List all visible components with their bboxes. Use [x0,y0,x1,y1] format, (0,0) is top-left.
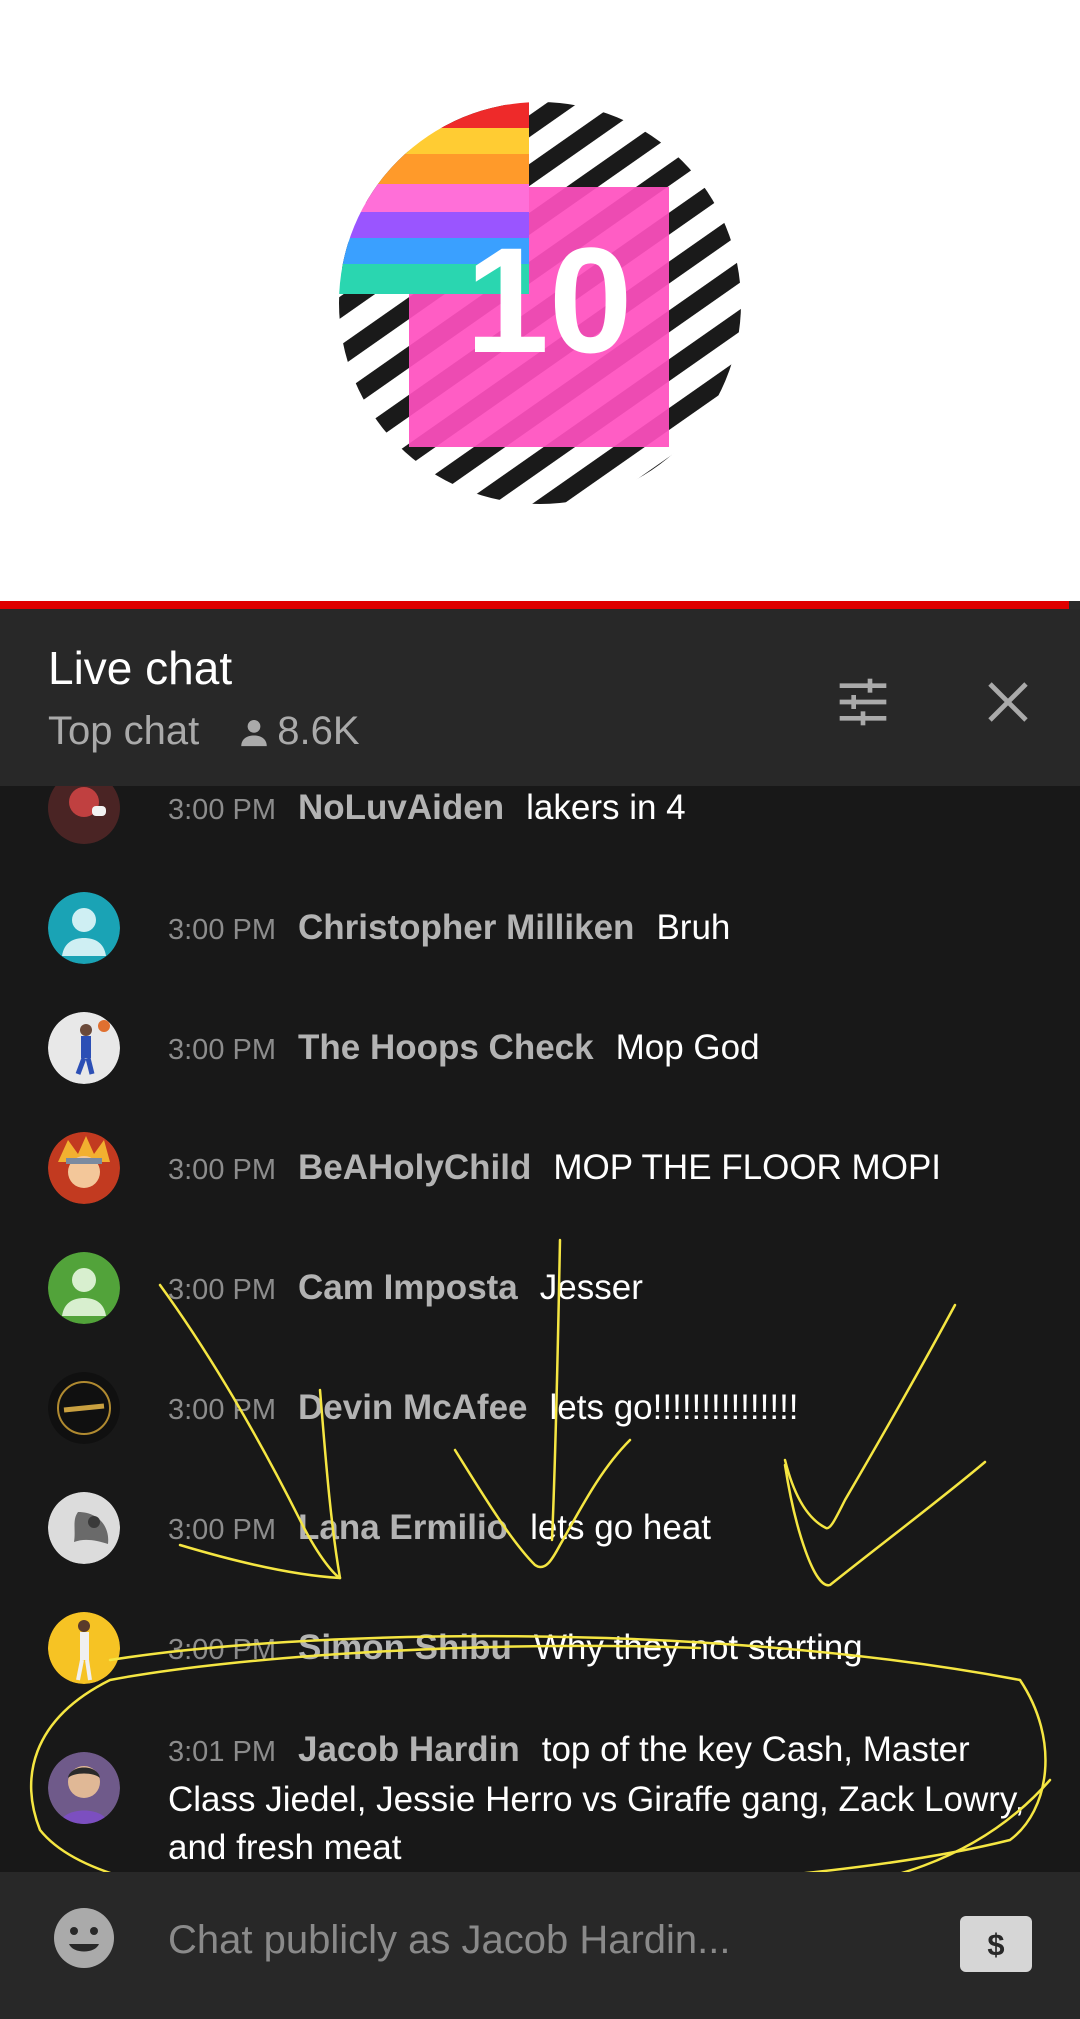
avatar[interactable] [48,892,120,964]
message-text: top of the key Cash, Master Class Jiedel… [168,1730,1025,1867]
close-icon [988,682,1028,722]
message-time: 3:00 PM [168,914,276,946]
chat-input-bar: $ [0,1872,1080,2019]
message-text: Jesser [539,1268,643,1307]
channel-logo: 10 [339,102,741,504]
message-time: 3:00 PM [168,794,276,826]
svg-text:10: 10 [466,216,633,384]
svg-text:$: $ [987,1927,1004,1962]
message-author[interactable]: Cam Imposta [298,1268,518,1307]
avatar[interactable] [48,786,120,844]
viewer-count: 8.6K [277,709,360,753]
message-text: lets go!!!!!!!!!!!!!!! [549,1388,799,1427]
close-chat-button[interactable] [973,667,1043,737]
person-icon [241,719,267,746]
message-author[interactable]: NoLuvAiden [298,788,504,827]
chat-title: Live chat [48,642,233,694]
message-author[interactable]: Christopher Milliken [298,908,634,947]
message-text: lakers in 4 [526,788,686,827]
super-chat-button[interactable]: $ [960,1916,1032,1972]
message-text: MOP THE FLOOR MOPI [553,1148,942,1187]
message-author[interactable]: Simon Shibu [298,1628,512,1667]
avatar[interactable] [48,1012,120,1084]
avatar[interactable] [48,1132,120,1204]
avatar[interactable] [48,1372,120,1444]
message-author[interactable]: Jacob Hardin [298,1730,520,1769]
emoji-icon [54,1908,114,1968]
video-progress-fill [0,601,1070,609]
message-author[interactable]: Devin McAfee [298,1388,528,1427]
video-player[interactable]: 10 [0,0,1080,601]
message-time: 3:00 PM [168,1634,276,1666]
chat-mode-selector[interactable]: Top chat 8.6K [48,709,360,754]
dollar-icon: $ [978,1927,1014,1962]
message-time: 3:01 PM [168,1736,276,1768]
emoji-button[interactable] [52,1906,116,1970]
message-author[interactable]: The Hoops Check [298,1028,594,1067]
video-progress-bar[interactable] [0,601,1080,609]
tune-icon [839,678,887,726]
message-text: Why they not starting [533,1628,863,1667]
chat-mode-label: Top chat [48,709,200,753]
chat-message-list[interactable]: 3:00 PM NoLuvAiden lakers in 4 3:00 PM Chri… [0,786,1080,1872]
message-author[interactable]: Lana Ermilio [298,1508,508,1547]
avatar[interactable] [48,1612,120,1684]
message-time: 3:00 PM [168,1034,276,1066]
message-time: 3:00 PM [168,1274,276,1306]
message-text: Mop God [615,1028,760,1067]
avatar[interactable] [48,1252,120,1324]
avatar[interactable] [48,1492,120,1564]
message-author[interactable]: BeAHolyChild [298,1148,531,1187]
message-text: Bruh [656,908,731,947]
message-time: 3:00 PM [168,1394,276,1426]
message-time: 3:00 PM [168,1514,276,1546]
avatar[interactable] [48,1752,120,1824]
message-text: lets go heat [530,1508,712,1547]
chat-settings-button[interactable] [828,667,898,737]
chat-header: Live chat Top chat 8.6K [0,609,1080,786]
chat-message-input[interactable] [168,1908,928,1972]
message-time: 3:00 PM [168,1154,276,1186]
